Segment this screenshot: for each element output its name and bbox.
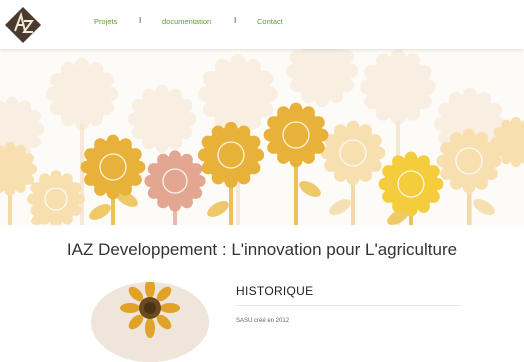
section-title-historique: HISTORIQUE: [236, 284, 314, 298]
top-navbar: Projets I documentation I Contact: [0, 0, 524, 49]
sunflower-photo: [91, 282, 209, 362]
historique-text: SASU créé en 2012: [236, 318, 290, 324]
nav-link-contact[interactable]: Contact: [257, 17, 283, 26]
logo-icon: [5, 7, 41, 43]
nav-link-projets[interactable]: Projets: [94, 17, 117, 26]
hero-banner: [0, 49, 524, 225]
nav-separator: I: [139, 16, 142, 25]
site-logo[interactable]: [4, 6, 42, 44]
historique-image: [91, 282, 209, 362]
nav-link-documentation[interactable]: documentation: [162, 17, 211, 26]
page-title: IAZ Developpement : L'innovation pour L'…: [66, 240, 458, 259]
nav-separator: I: [234, 16, 237, 25]
sunflowers-illustration: [0, 49, 524, 225]
section-divider: [236, 305, 461, 306]
